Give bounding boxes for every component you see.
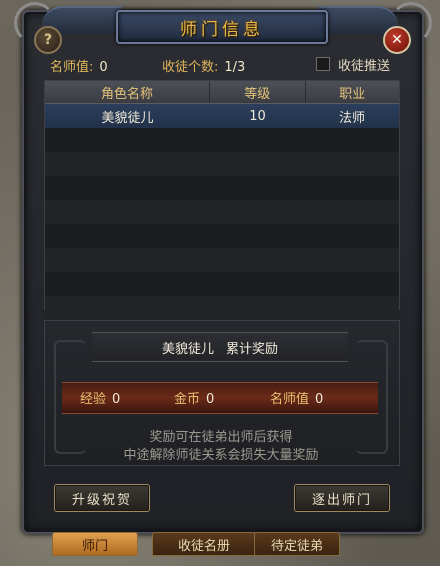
reward-gold-label: 金币 [174, 392, 201, 407]
question-icon: ? [43, 32, 53, 48]
reward-title-suffix: 累计奖励 [226, 341, 279, 357]
reward-exp-value: 0 [112, 392, 121, 407]
empty-row [45, 272, 399, 296]
empty-row [45, 296, 399, 320]
column-header-name: 角色名称 [45, 81, 211, 103]
tab-recruit-list[interactable]: 收徒名册 [152, 532, 256, 556]
reward-exp-label: 经验 [80, 392, 107, 407]
empty-row [45, 200, 399, 224]
push-checkbox[interactable] [316, 57, 330, 71]
expel-disciple-button[interactable]: 逐出师门 [294, 484, 390, 512]
fame-value: 0 [99, 60, 108, 75]
cell-job: 法师 [338, 110, 365, 126]
reward-gold-value: 0 [206, 392, 215, 407]
fame-label: 名师值: [50, 60, 94, 75]
title-banner: 师门信息 [116, 10, 328, 44]
cell-name: 美貌徒儿 [101, 110, 154, 126]
empty-row [45, 224, 399, 248]
table-header: 角色名称 等级 职业 [45, 81, 399, 104]
reward-fame-value: 0 [315, 392, 324, 407]
fame-stat: 名师值: 0 [50, 56, 108, 75]
reward-exp: 经验 0 [80, 388, 120, 407]
disciple-count-label: 收徒个数: [162, 60, 219, 75]
reward-note-2: 中途解除师徒关系会损失大量奖励 [123, 448, 319, 463]
tab-pending-disciples[interactable]: 待定徒弟 [254, 532, 340, 556]
reward-fame: 名师值 0 [270, 388, 323, 407]
window-title: 师门信息 [180, 19, 264, 40]
table-body: 美貌徒儿 10 法师 [45, 104, 399, 320]
disciple-table: 角色名称 等级 职业 美貌徒儿 10 法师 [44, 80, 400, 320]
disciple-count-value: 1/3 [224, 60, 246, 75]
push-label: 收徒推送 [338, 59, 391, 74]
reward-gold: 金币 0 [174, 388, 214, 407]
empty-row [45, 128, 399, 152]
column-header-job: 职业 [339, 86, 366, 102]
upgrade-congrats-button[interactable]: 升级祝贺 [54, 484, 150, 512]
disciple-count-stat: 收徒个数: 1/3 [162, 56, 245, 75]
reward-note-1: 奖励可在徒弟出师后获得 [149, 430, 293, 445]
reward-title: 美貌徒儿 累计奖励 [92, 332, 348, 362]
empty-row [45, 152, 399, 176]
close-icon: ✕ [391, 32, 403, 48]
reward-disciple-name: 美貌徒儿 [161, 341, 214, 357]
column-header-level: 等级 [210, 81, 306, 103]
cell-level: 10 [249, 108, 266, 124]
reward-fame-label: 名师值 [270, 392, 310, 407]
close-button[interactable]: ✕ [383, 26, 411, 54]
empty-row [45, 248, 399, 272]
help-button[interactable]: ? [34, 26, 62, 54]
tab-master[interactable]: 师门 [52, 532, 138, 556]
empty-row [45, 176, 399, 200]
table-row[interactable]: 美貌徒儿 10 法师 [45, 104, 399, 128]
